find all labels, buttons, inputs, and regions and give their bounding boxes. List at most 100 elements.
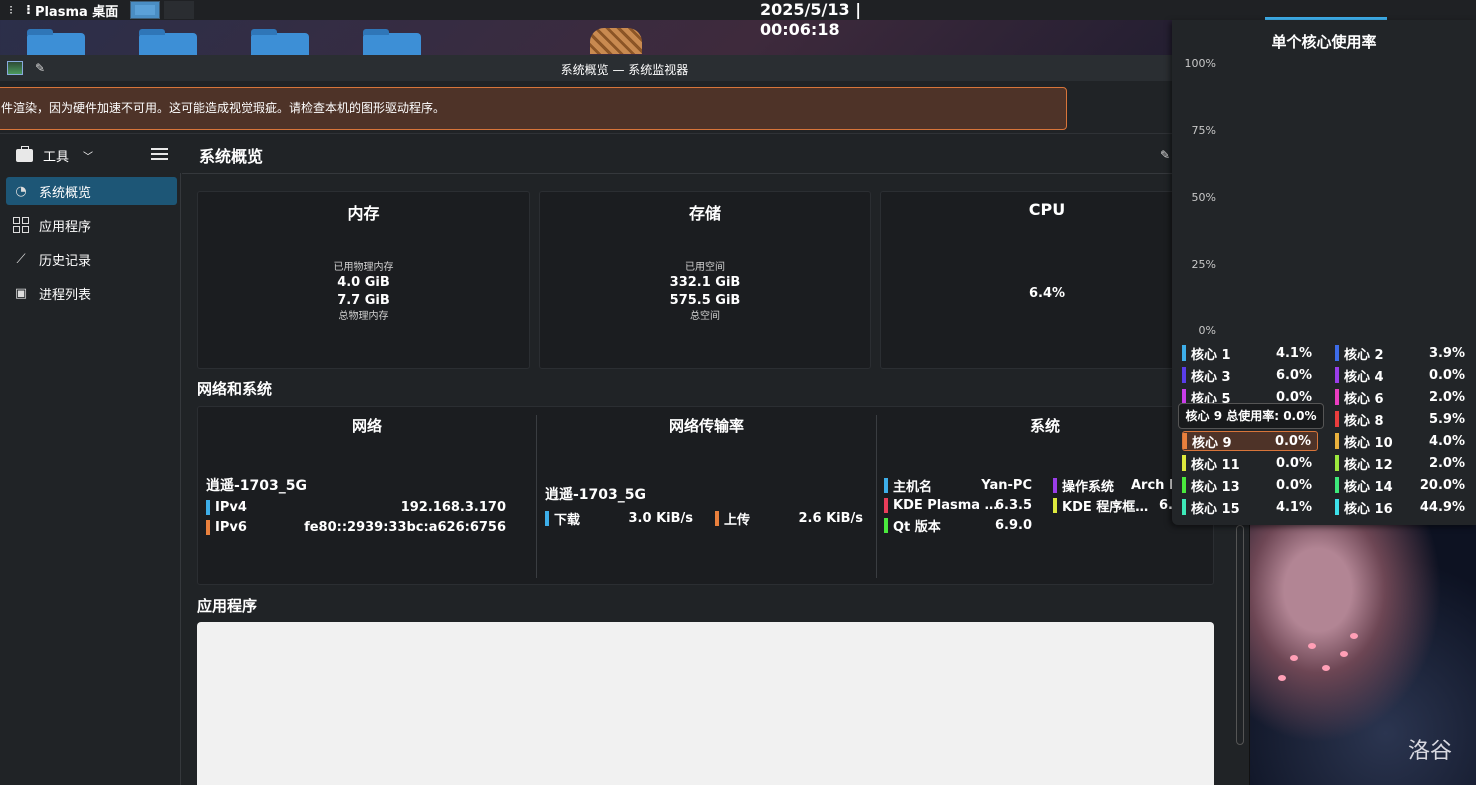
sidebar-item-label: 历史记录 — [39, 253, 92, 269]
core-value: 5.9% — [1428, 411, 1465, 427]
core-label: 核心 6 — [1344, 391, 1384, 407]
memory-title: 内存 — [347, 204, 380, 223]
desktop-folder-icon[interactable] — [27, 29, 85, 55]
sidebar-item-history[interactable]: ⟋ 历史记录 — [6, 245, 177, 273]
desktop-folder-icon[interactable] — [363, 29, 421, 55]
download-row: 下载 3.0 KiB/s — [545, 509, 693, 528]
network-column[interactable]: 网络 逍遥-1703_5G IPv4 192.168.3.170 IPv6 fe… — [198, 407, 536, 586]
plasma-icon: ⁝ — [26, 2, 31, 18]
core-color-swatch — [1335, 477, 1339, 493]
core-legend-item[interactable]: 核心 6 2.0% — [1335, 387, 1471, 407]
core-legend-item[interactable]: 核心 10 4.0% — [1335, 431, 1471, 451]
core-tooltip: 核心 9 总使用率: 0.0% — [1178, 403, 1324, 429]
core-color-swatch — [1335, 367, 1339, 383]
core-value: 0.0% — [1428, 367, 1465, 383]
cpu-card[interactable]: CPU 6.4% — [880, 191, 1214, 369]
sidebar-item-overview[interactable]: ◔ 系统概览 — [6, 177, 177, 205]
system-column[interactable]: 系统 主机名 Yan-PC KDE Plasma … 6.3.5 Qt 版本 6… — [877, 407, 1213, 586]
applications-card[interactable] — [197, 622, 1214, 785]
qt-row: Qt 版本 6.9.0 — [884, 516, 1032, 535]
core-value: 6.0% — [1275, 367, 1312, 383]
desktop-folder-icon[interactable] — [139, 29, 197, 55]
core-color-swatch — [1182, 499, 1186, 515]
task-plasma-desktop[interactable]: ⁝ Plasma 桌面 — [22, 0, 126, 20]
virtual-desktop-2[interactable] — [164, 1, 195, 19]
upload-row: 上传 2.6 KiB/s — [715, 509, 863, 528]
memory-card[interactable]: 内存 已用物理内存 4.0 GiB 7.7 GiB 总物理内存 — [197, 191, 530, 369]
tools-menu-button[interactable]: 工具 ﹀ — [16, 146, 93, 165]
core-label: 核心 14 — [1344, 479, 1393, 495]
virtual-desktop-1[interactable] — [130, 1, 161, 19]
core-legend-item[interactable]: 核心 15 4.1% — [1182, 497, 1318, 517]
core-color-swatch — [1183, 433, 1187, 449]
core-label: 核心 16 — [1344, 501, 1393, 517]
memory-total-value: 7.7 GiB — [337, 293, 390, 308]
frameworks-value: 6. — [1159, 497, 1173, 513]
chart-icon: ⟋ — [16, 251, 26, 267]
core-value: 0.0% — [1274, 433, 1311, 449]
y-axis-label: 50% — [1191, 191, 1216, 204]
cpu-title: CPU — [1028, 200, 1066, 219]
pin-icon[interactable]: ✎ — [35, 61, 45, 75]
core-legend-item[interactable]: 核心 13 0.0% — [1182, 475, 1318, 495]
desktop-app-icon[interactable] — [590, 28, 642, 54]
storage-card[interactable]: 存储 已用空间 332.1 GiB 575.5 GiB 总空间 — [539, 191, 871, 369]
clock[interactable]: 2025/5/13 | 00:06:18 — [760, 0, 930, 39]
hostname-value: Yan-PC — [981, 477, 1032, 493]
hostname-row: 主机名 Yan-PC — [884, 476, 1032, 495]
cpu-usage-value: 6.4% — [1028, 286, 1066, 301]
window-titlebar[interactable]: ✎ 系统概览 — 系统监视器 — [0, 55, 1249, 81]
core-label: 核心 3 — [1191, 369, 1231, 385]
sidebar-item-processes[interactable]: ▣ 进程列表 — [6, 279, 177, 307]
core-legend-item[interactable]: 核心 14 20.0% — [1335, 475, 1471, 495]
core-legend-item[interactable]: 核心 16 44.9% — [1335, 497, 1471, 517]
system-monitor-icon[interactable] — [7, 61, 23, 75]
popup-title: 单个核心使用率 — [1271, 33, 1377, 51]
core-label: 核心 12 — [1344, 457, 1393, 473]
core-value: 4.1% — [1275, 499, 1312, 515]
network-rate-column[interactable]: 网络传输率 逍遥-1703_5G 下载 3.0 KiB/s 上传 2.6 KiB… — [537, 407, 876, 586]
core-label: 核心 15 — [1191, 501, 1240, 517]
core-label: 核心 8 — [1344, 413, 1384, 429]
sidebar-item-label: 进程列表 — [39, 287, 92, 303]
sidebar-item-label: 系统概览 — [39, 185, 92, 201]
download-value: 3.0 KiB/s — [628, 510, 693, 526]
core-legend-item[interactable]: 核心 4 0.0% — [1335, 365, 1471, 385]
scrollbar[interactable] — [1236, 525, 1244, 745]
core-color-swatch — [1182, 477, 1186, 493]
cpu-core-usage-popup: 单个核心使用率 100% 75% 50% 25% 0% 核心 1 4.1% 核心 2… — [1172, 20, 1476, 525]
sidebar-item-applications[interactable]: 应用程序 — [6, 211, 177, 239]
process-icon: ▣ — [14, 285, 28, 301]
plasma-row: KDE Plasma … 6.3.5 — [884, 496, 1032, 514]
hamburger-menu-icon[interactable] — [151, 148, 168, 160]
core-color-swatch — [1335, 345, 1339, 361]
toolbar: 工具 ﹀ 系统概览 ✎ — [0, 133, 1250, 173]
core-color-swatch — [1335, 411, 1339, 427]
memory-total-label: 总物理内存 — [338, 311, 389, 322]
core-legend-item[interactable]: 核心 12 2.0% — [1335, 453, 1471, 473]
overview-content: 内存 已用物理内存 4.0 GiB 7.7 GiB 总物理内存 存储 已用空间 … — [182, 173, 1242, 785]
plasma-value: 6.3.5 — [994, 497, 1032, 513]
applications-section-title: 应用程序 — [197, 597, 258, 615]
core-legend-item[interactable]: 核心 8 5.9% — [1335, 409, 1471, 429]
top-panel: ⁝ ⁝ Plasma 桌面 2025/5/13 | 00:06:18 — [0, 0, 1476, 39]
core-value: 2.0% — [1428, 455, 1465, 471]
y-axis-label: 25% — [1191, 258, 1216, 271]
system-title: 系统 — [1029, 417, 1060, 435]
core-legend-item[interactable]: 核心 3 6.0% — [1182, 365, 1318, 385]
core-color-swatch — [1335, 455, 1339, 471]
desktop-folder-icon[interactable] — [251, 29, 309, 55]
core-legend-item[interactable]: 核心 9 0.0% — [1182, 431, 1318, 451]
page-title: 系统概览 — [199, 147, 264, 166]
core-color-swatch — [1182, 455, 1186, 471]
core-legend-item[interactable]: 核心 11 0.0% — [1182, 453, 1318, 473]
system-monitor-window: ✎ 系统概览 — 系统监视器 件渲染，因为硬件加速不可用。这可能造成视觉瑕疵。请… — [0, 55, 1250, 785]
kde-launcher-icon[interactable]: ⁝ — [0, 0, 22, 20]
core-legend-item[interactable]: 核心 1 4.1% — [1182, 343, 1318, 363]
wallpaper-signature: 洛谷 — [1408, 739, 1453, 764]
core-label: 核心 1 — [1191, 347, 1231, 363]
gauge-icon: ◔ — [15, 183, 27, 199]
grid-icon — [12, 217, 30, 233]
core-legend-item[interactable]: 核心 2 3.9% — [1335, 343, 1471, 363]
tools-label: 工具 — [43, 150, 70, 165]
